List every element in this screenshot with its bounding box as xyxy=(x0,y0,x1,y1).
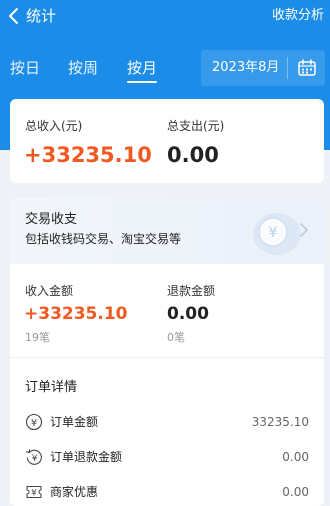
month-value: 2023年8月 xyxy=(212,60,280,75)
svg-text:¥: ¥ xyxy=(31,418,37,429)
trade-description: 包括收钱码交易、淘宝交易等 xyxy=(25,232,182,246)
svg-text:¥: ¥ xyxy=(31,489,37,499)
income-amount-value: +33235.10 xyxy=(24,304,128,324)
merchant-discount-label: 商家优惠 xyxy=(50,485,99,499)
calendar-icon[interactable] xyxy=(297,58,317,78)
order-amount-row: ¥ 订单金额 33235.10 xyxy=(10,409,324,435)
svg-text:¥: ¥ xyxy=(32,454,38,464)
refund-amount-value: 0.00 xyxy=(167,304,209,324)
active-tab-indicator xyxy=(127,81,157,83)
refund-icon: ¥ xyxy=(25,448,43,466)
trade-title: 交易收支 xyxy=(25,212,78,227)
trade-banner[interactable]: 交易收支 包括收钱码交易、淘宝交易等 ¥ xyxy=(10,198,324,264)
refund-amount-label: 退款金额 xyxy=(167,284,216,298)
chevron-right-icon xyxy=(299,222,309,238)
trade-card: 交易收支 包括收钱码交易、淘宝交易等 ¥ 收入金额 +33235.10 19笔 … xyxy=(10,198,324,506)
tab-month[interactable]: 按月 xyxy=(127,58,157,78)
svg-text:¥: ¥ xyxy=(269,225,278,241)
divider xyxy=(10,357,324,358)
tab-week[interactable]: 按周 xyxy=(68,58,98,78)
order-refund-label: 订单退款金额 xyxy=(50,450,123,464)
income-count: 19笔 xyxy=(25,331,50,344)
order-amount-label: 订单金额 xyxy=(50,415,99,429)
page-title: 统计 xyxy=(26,7,57,25)
tab-day[interactable]: 按日 xyxy=(10,58,40,78)
nav-bar: 统计 收款分析 xyxy=(0,0,330,34)
back-arrow-icon[interactable] xyxy=(6,6,24,26)
total-expense-value: 0.00 xyxy=(167,143,219,167)
yen-coin-icon: ¥ xyxy=(245,208,303,258)
merchant-discount-value: 0.00 xyxy=(282,485,309,499)
order-refund-value: 0.00 xyxy=(282,450,309,464)
income-amount-label: 收入金额 xyxy=(25,284,74,298)
total-expense-label: 总支出(元) xyxy=(167,119,225,133)
refund-count: 0笔 xyxy=(167,331,185,344)
total-income-value: +33235.10 xyxy=(24,143,152,167)
month-picker[interactable]: 2023年8月 xyxy=(201,50,325,86)
order-refund-row: ¥ 订单退款金额 0.00 xyxy=(10,444,324,470)
total-income-label: 总收入(元) xyxy=(25,119,83,133)
summary-card: 总收入(元) +33235.10 总支出(元) 0.00 xyxy=(10,99,324,183)
analysis-link[interactable]: 收款分析 xyxy=(272,7,324,25)
divider xyxy=(287,57,288,79)
merchant-discount-row: ¥ 商家优惠 0.00 xyxy=(10,479,324,505)
order-amount-value: 33235.10 xyxy=(251,415,309,429)
order-details-title: 订单详情 xyxy=(25,380,78,395)
yen-circle-icon: ¥ xyxy=(25,413,43,431)
coupon-icon: ¥ xyxy=(25,483,43,501)
